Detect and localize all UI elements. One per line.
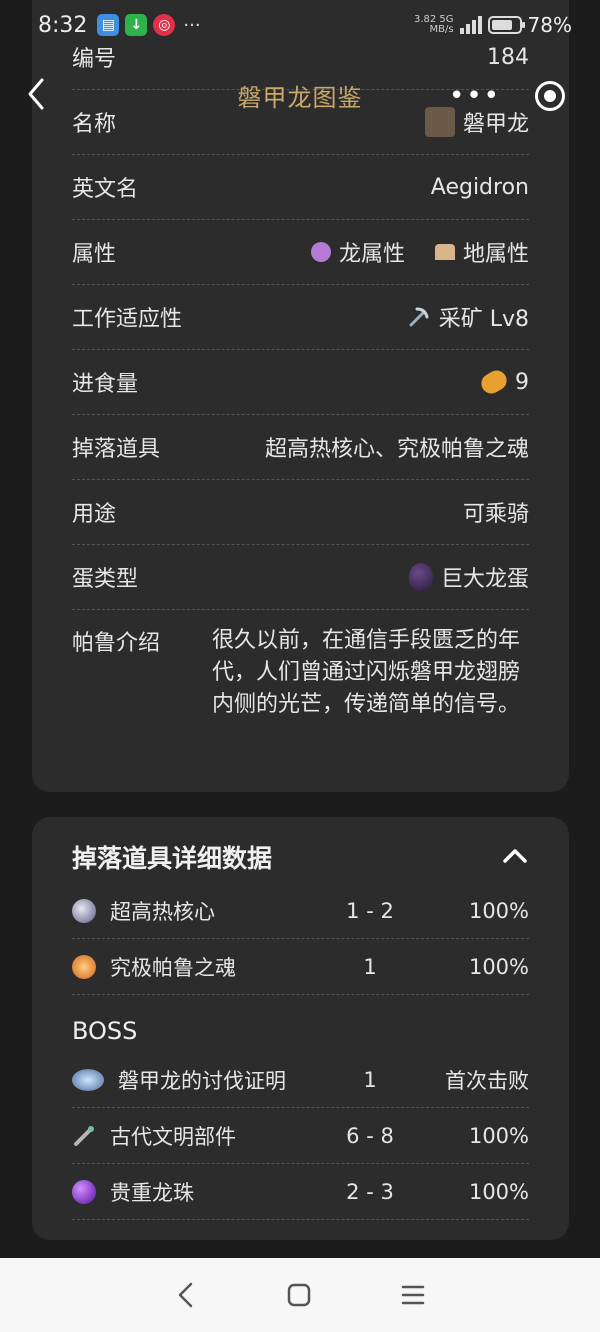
- nav-home-icon[interactable]: [286, 1282, 312, 1308]
- message-icon: ▤: [97, 14, 120, 36]
- drops-label: 掉落道具: [72, 437, 161, 462]
- boss-drop-name: 贵重龙珠: [110, 1180, 194, 1205]
- target-icon[interactable]: [534, 81, 565, 111]
- egg-icon: [408, 563, 433, 591]
- drop-rate: 100%: [468, 954, 529, 979]
- egg-label: 蛋类型: [72, 567, 139, 592]
- attributes-label: 属性: [72, 242, 117, 267]
- info-row-attributes: 属性 龙属性 地属性: [72, 220, 529, 285]
- drop-details-title: 掉落道具详细数据: [72, 844, 273, 873]
- attribute-dragon: 龙属性: [338, 242, 405, 267]
- info-row-egg: 蛋类型 巨大龙蛋: [72, 545, 529, 610]
- nav-menu-icon[interactable]: [400, 1283, 426, 1307]
- miniprogram-capsule: •••: [432, 70, 582, 122]
- intro-label: 帕鲁介绍: [72, 631, 161, 656]
- info-row-drops: 掉落道具 超高热核心、究极帕鲁之魂: [72, 415, 529, 480]
- english-label: 英文名: [72, 177, 139, 202]
- soul-icon: [72, 954, 96, 979]
- more-dots-icon[interactable]: •••: [449, 81, 501, 111]
- egg-value: 巨大龙蛋: [440, 567, 529, 592]
- info-row-work: 工作适应性 采矿 Lv8: [72, 285, 529, 350]
- drop-rate: 100%: [468, 898, 529, 923]
- info-row-food: 进食量 9: [72, 350, 529, 415]
- boss-drop-qty: 2 - 3: [346, 1179, 394, 1204]
- boss-drop-row: 古代文明部件 6 - 8 100%: [72, 1108, 529, 1164]
- app-icon: ◎: [153, 14, 176, 36]
- attribute-ground: 地属性: [462, 242, 529, 267]
- boss-drop-qty: 6 - 8: [346, 1123, 394, 1148]
- info-row-english: 英文名 Aegidron: [72, 155, 529, 220]
- status-time: 8:32: [38, 12, 88, 38]
- signal-icon: [459, 16, 482, 34]
- boss-drop-rate: 100%: [468, 1179, 529, 1204]
- boss-drop-row: 贵重龙珠 2 - 3 100%: [72, 1164, 529, 1220]
- nav-back-icon[interactable]: [174, 1280, 198, 1310]
- usage-value: 可乘骑: [462, 502, 529, 527]
- intro-row: 帕鲁介绍 很久以前，在通信手段匮乏的年代，人们曾通过闪烁磐甲龙翅膀内侧的光芒，传…: [72, 625, 529, 721]
- boss-drop-row: 磐甲龙的讨伐证明 1 首次击败: [72, 1052, 529, 1108]
- info-row-usage: 用途 可乘骑: [72, 480, 529, 545]
- drop-name: 超高热核心: [110, 899, 215, 924]
- work-label: 工作适应性: [72, 307, 183, 332]
- food-label: 进食量: [72, 372, 139, 397]
- boss-drop-rate: 首次击败: [445, 1068, 529, 1093]
- dragon-element-icon: [310, 242, 331, 262]
- medal-icon: [72, 1068, 104, 1091]
- boss-title: BOSS: [72, 1017, 138, 1045]
- drop-name: 究极帕鲁之魂: [110, 955, 236, 980]
- boss-drop-qty: 1: [363, 1067, 377, 1092]
- ground-element-icon: [434, 244, 455, 260]
- chevron-up-icon[interactable]: [501, 845, 529, 865]
- more-notifications-icon: ···: [183, 14, 201, 36]
- intro-text: 很久以前，在通信手段匮乏的年代，人们曾通过闪烁磐甲龙翅膀内侧的光芒，传递简单的信…: [212, 628, 521, 717]
- bread-icon: [477, 366, 511, 398]
- food-value: 9: [515, 369, 529, 395]
- drop-row: 超高热核心 1 - 2 100%: [72, 883, 529, 939]
- english-value: Aegidron: [430, 174, 529, 200]
- usage-label: 用途: [72, 502, 117, 527]
- system-nav-bar: [0, 1258, 600, 1332]
- network-speed: 3.82 5G MB/s: [413, 14, 454, 35]
- pickaxe-icon: [409, 307, 429, 327]
- drop-details-card: 掉落道具详细数据 超高热核心 1 - 2 100% 究极帕鲁之魂 1 100% …: [32, 817, 569, 1240]
- battery-percent: 78%: [527, 13, 572, 37]
- work-value: 采矿 Lv8: [438, 307, 529, 332]
- dragon-orb-icon: [72, 1179, 96, 1204]
- status-bar: 8:32 ▤ ↓ ◎ ··· 3.82 5G MB/s 78%: [0, 0, 600, 50]
- battery-icon: [487, 16, 525, 34]
- boss-drop-name: 磐甲龙的讨伐证明: [118, 1068, 286, 1093]
- drop-qty: 1 - 2: [346, 898, 394, 923]
- drop-row: 究极帕鲁之魂 1 100%: [72, 939, 529, 995]
- core-icon: [72, 898, 96, 923]
- download-icon: ↓: [125, 14, 148, 36]
- boss-drop-rate: 100%: [468, 1123, 529, 1148]
- ancient-part-icon: [74, 1125, 94, 1146]
- boss-drop-name: 古代文明部件: [110, 1124, 236, 1149]
- drop-qty: 1: [363, 954, 377, 979]
- drops-value: 超高热核心、究极帕鲁之魂: [264, 437, 529, 462]
